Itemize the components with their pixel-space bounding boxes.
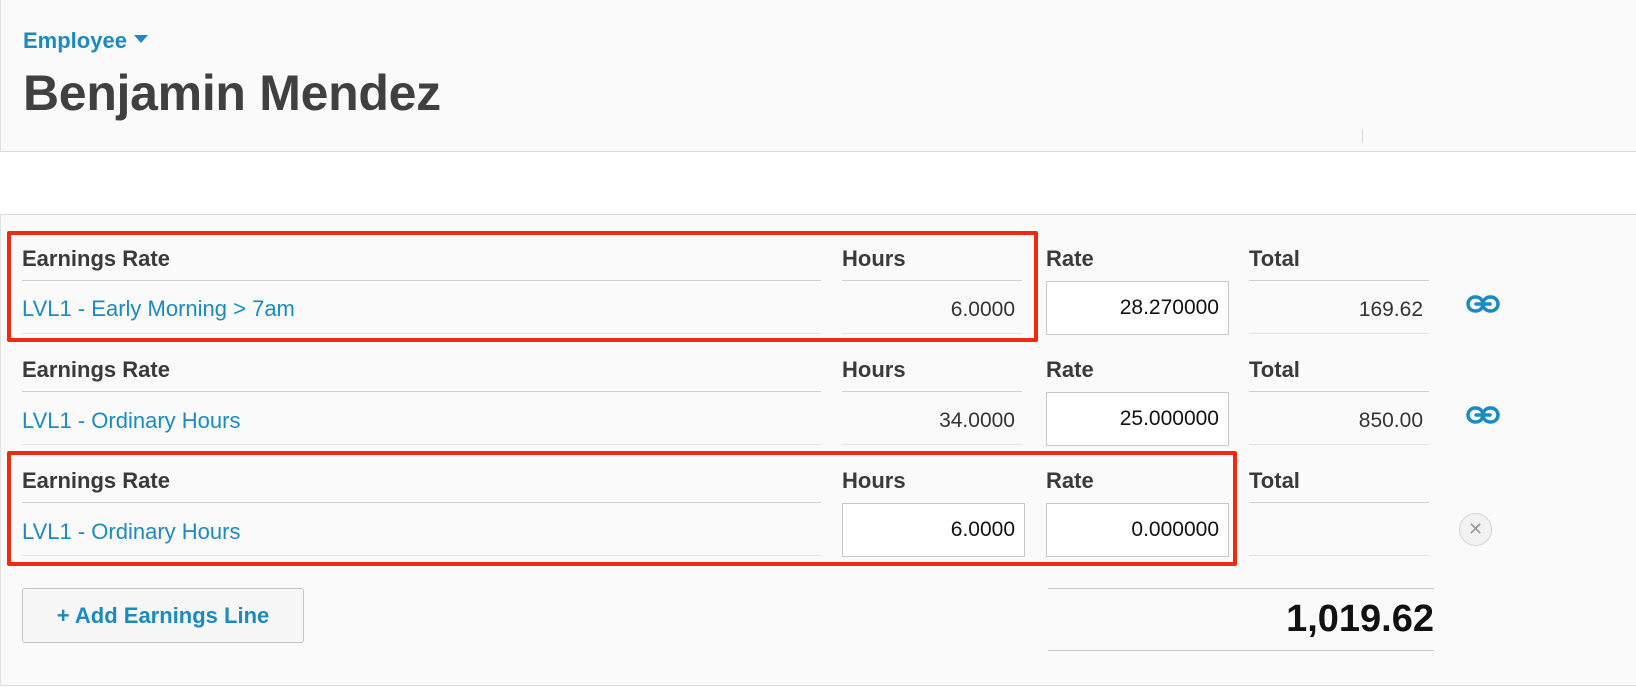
col-header-rate: Rate [1046, 357, 1094, 382]
link-icon[interactable] [1466, 405, 1500, 425]
hours-value: 34.0000 [939, 409, 1015, 432]
divider [22, 391, 821, 392]
rate-input[interactable] [1046, 281, 1229, 335]
page-title: Benjamin Mendez [23, 65, 441, 121]
col-header-total: Total [1249, 246, 1300, 271]
divider [1249, 333, 1429, 334]
remove-line-button[interactable]: ✕ [1459, 513, 1492, 546]
add-earnings-line-button[interactable]: + Add Earnings Line [22, 588, 304, 643]
divider [1048, 650, 1434, 651]
highlight-box-line-1 [7, 231, 1038, 342]
divider [1362, 130, 1363, 142]
col-header-hours: Hours [842, 357, 906, 382]
breadcrumb-employee[interactable]: Employee [23, 28, 148, 54]
col-header-total: Total [1249, 468, 1300, 493]
col-header-total: Total [1249, 357, 1300, 382]
divider [22, 444, 821, 445]
divider [1249, 555, 1429, 556]
divider [842, 391, 1022, 392]
col-header-rate: Rate [1046, 246, 1094, 271]
divider [1048, 588, 1434, 589]
divider [1249, 280, 1429, 281]
divider [842, 444, 1022, 445]
caret-down-icon[interactable] [133, 35, 148, 43]
divider [1249, 391, 1429, 392]
breadcrumb-label[interactable]: Employee [23, 28, 127, 54]
earnings-rate-link[interactable]: LVL1 - Ordinary Hours [22, 408, 240, 434]
close-icon: ✕ [1467, 519, 1484, 539]
rate-input[interactable] [1046, 392, 1229, 446]
page-header: Employee Benjamin Mendez [0, 0, 1636, 152]
col-header-earnings-rate: Earnings Rate [22, 357, 170, 382]
divider [1249, 444, 1429, 445]
line-total: 850.00 [1358, 409, 1423, 432]
link-icon[interactable] [1466, 294, 1500, 314]
divider [1249, 502, 1429, 503]
highlight-box-line-3 [7, 451, 1237, 566]
line-total: 169.62 [1358, 298, 1423, 321]
grand-total: 1,019.62 [1286, 598, 1434, 640]
